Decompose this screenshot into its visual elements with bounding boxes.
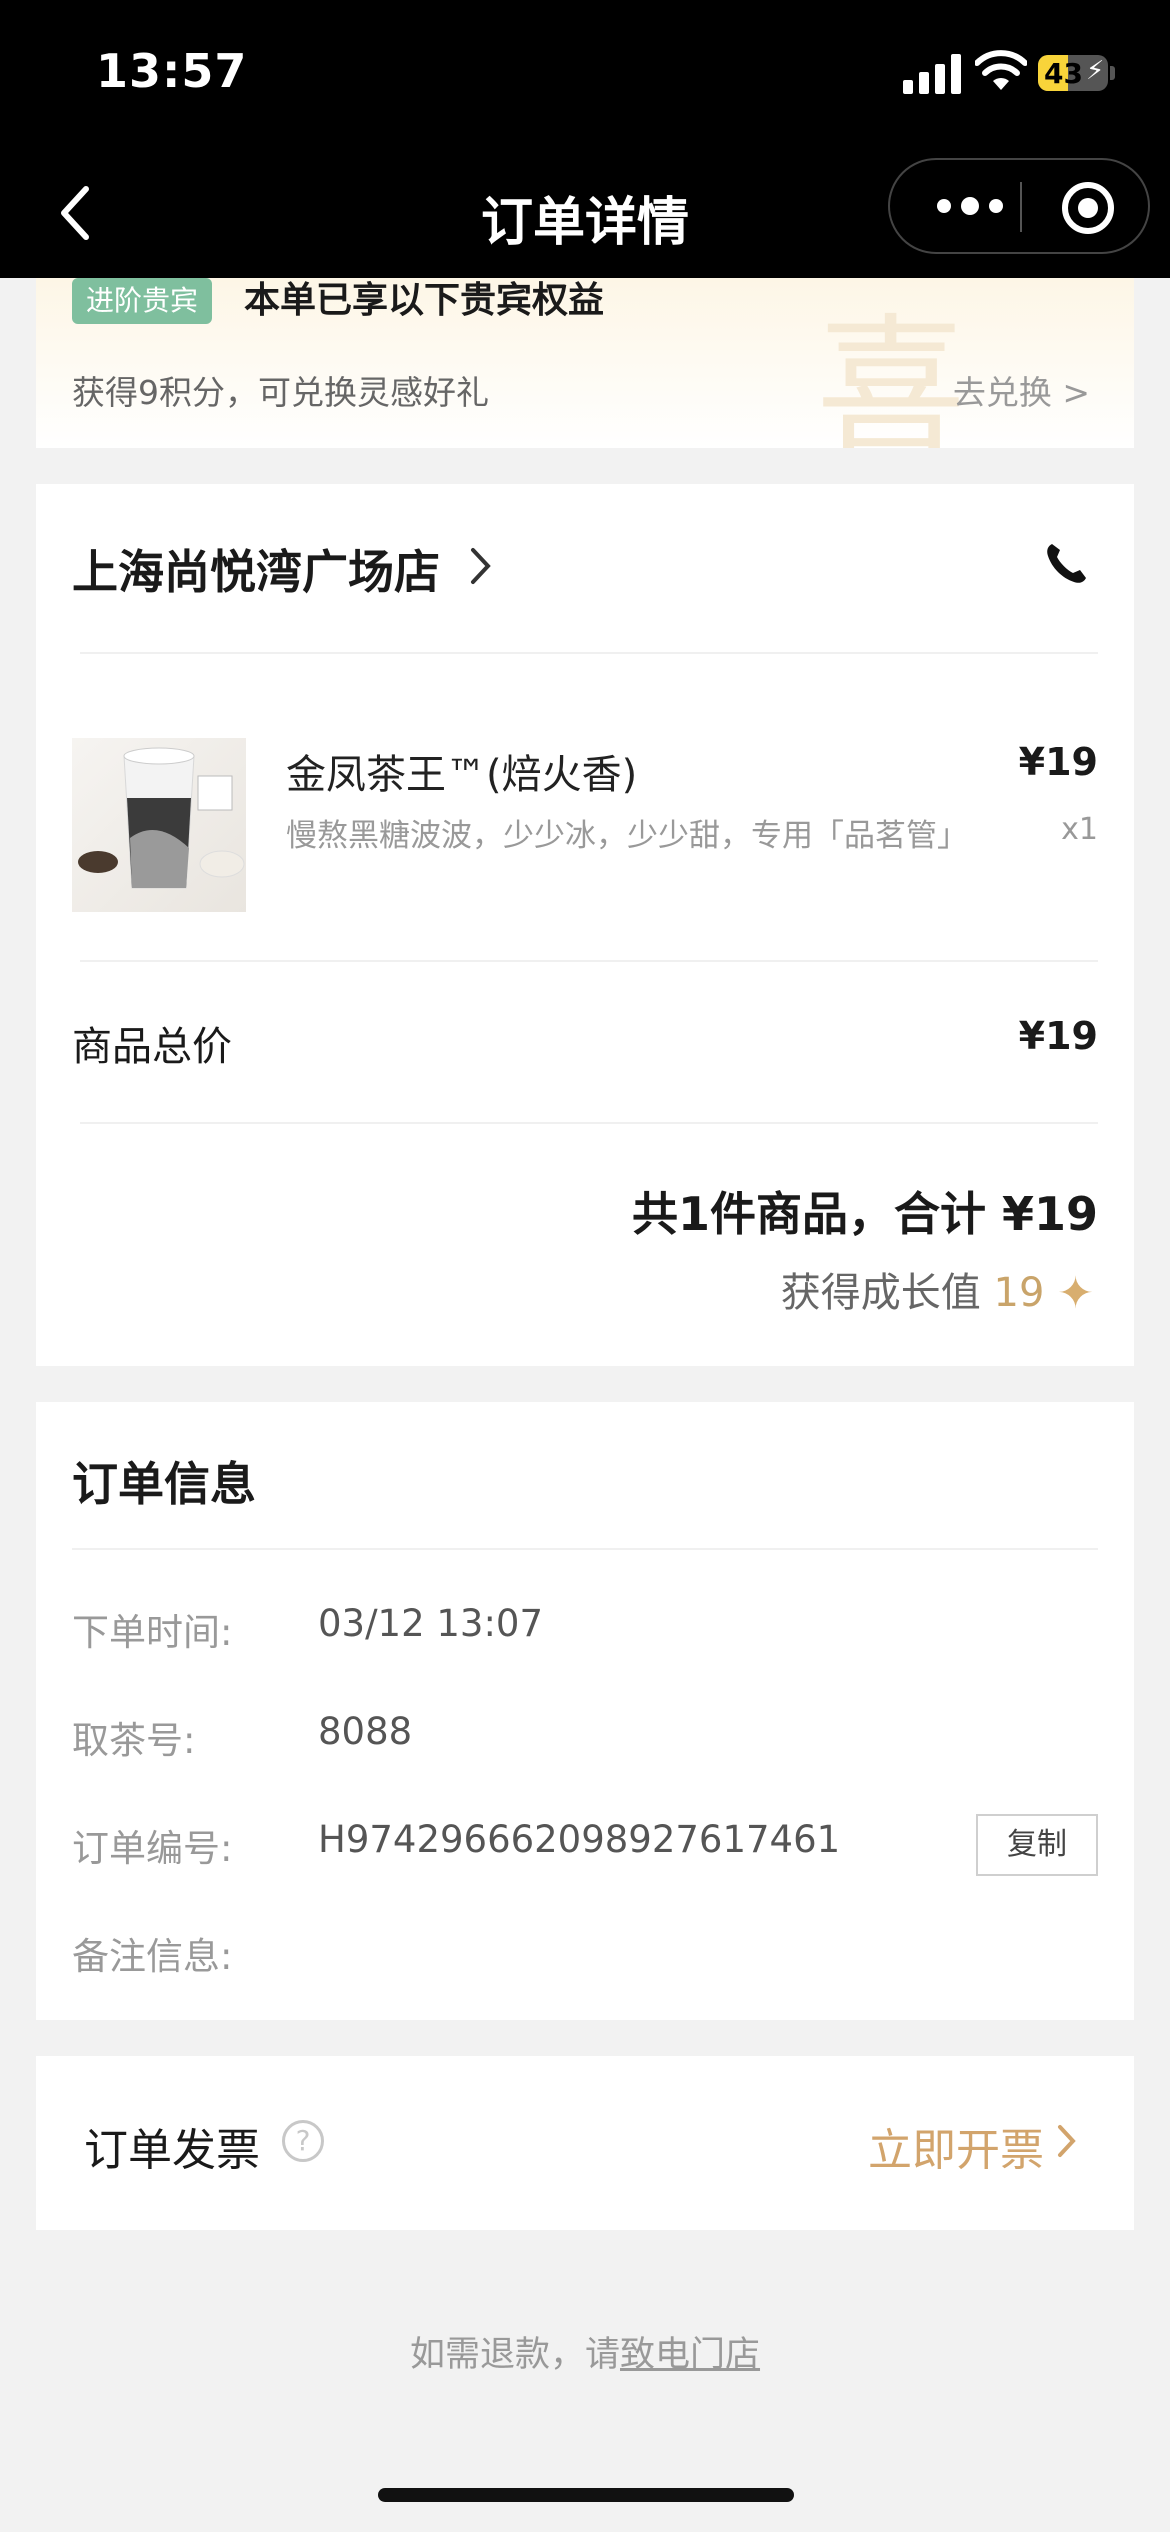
order-total: 共1件商品，合计 ¥19 (631, 1187, 1098, 1241)
chevron-right-icon[interactable] (1056, 2122, 1078, 2160)
refund-prefix: 如需退款，请 (409, 2335, 620, 2375)
issue-invoice-link[interactable]: 立即开票 (868, 2114, 1044, 2178)
divider (72, 1548, 1098, 1550)
remarks-label: 备注信息: (72, 1935, 233, 1978)
nav-bar: 订单详情 (0, 150, 1170, 278)
close-miniprogram-icon[interactable] (1060, 180, 1116, 236)
vip-benefits-card: 喜 进阶贵宾 本单已享以下贵宾权益 获得9积分，可兑换灵感好礼 去兑换 > (36, 278, 1134, 448)
help-icon[interactable]: ? (282, 2120, 324, 2162)
divider (80, 960, 1098, 962)
points-earned-text: 获得9积分，可兑换灵感好礼 (72, 373, 489, 412)
battery-level: 43 (1044, 57, 1083, 90)
status-time: 13:57 (96, 44, 248, 98)
growth-label: 获得成长值 (780, 1270, 981, 1316)
growth-value: 19 (993, 1270, 1045, 1316)
order-number-value: H9742966620989276174​61 (318, 1818, 841, 1861)
product-price: ¥19 (1018, 740, 1098, 784)
store-name[interactable]: 上海尚悦湾广场店 (72, 536, 440, 602)
status-bar: 13:57 43 ⚡ (0, 0, 1170, 150)
battery-icon: 43 ⚡ (1038, 55, 1108, 91)
phone-icon[interactable] (1042, 540, 1090, 588)
vip-benefits-title: 本单已享以下贵宾权益 (244, 280, 605, 321)
miniprogram-capsule (888, 158, 1150, 254)
cellular-signal-icon (903, 54, 961, 94)
product-name: 金凤茶王™(焙火香) (286, 752, 638, 798)
invoice-card: 订单发票 ? 立即开票 (36, 2056, 1134, 2230)
product-quantity: x1 (1061, 812, 1098, 847)
more-icon[interactable] (930, 184, 1010, 228)
order-info-title: 订单信息 (72, 1457, 256, 1511)
refund-note: 如需退款，请致电门店 (0, 2326, 1170, 2377)
invoice-label: 订单发票 (84, 2125, 260, 2176)
product-image (72, 738, 246, 912)
order-number-label: 订单编号: (72, 1827, 233, 1870)
growth-value-line: 获得成长值 19 ✦ (781, 1260, 1094, 1319)
call-store-link[interactable]: 致电门店 (620, 2335, 760, 2375)
order-info-card: 订单信息 下单时间: 03/12 13:07 取茶号: 8088 订单编号: H… (36, 1402, 1134, 2020)
divider (80, 1122, 1098, 1124)
wifi-icon (975, 50, 1027, 90)
home-indicator (378, 2488, 794, 2502)
pickup-number-label: 取茶号: (72, 1719, 196, 1762)
order-time-value: 03/12 13:07 (318, 1602, 544, 1645)
vip-watermark: 喜 (816, 301, 967, 448)
chevron-right-icon[interactable] (468, 544, 494, 588)
copy-button[interactable]: 复制 (976, 1814, 1098, 1876)
order-items-card: 上海尚悦湾广场店 金凤茶王™(焙火香) 慢熬黑糖波波，少少冰，少少甜，专用「品茗… (36, 484, 1134, 1366)
subtotal-label: 商品总价 (72, 1024, 232, 1070)
product-spec: 慢熬黑糖波波，少少冰，少少甜，专用「品茗管」 (286, 818, 968, 854)
subtotal-value: ¥19 (1018, 1014, 1098, 1058)
sparkle-icon: ✦ (1057, 1268, 1094, 1319)
vip-level-badge: 进阶贵宾 (72, 278, 213, 324)
pickup-number-value: 8088 (318, 1710, 413, 1753)
order-time-label: 下单时间: (72, 1611, 233, 1654)
divider (80, 652, 1098, 654)
redeem-link[interactable]: 去兑换 > (953, 366, 1090, 414)
